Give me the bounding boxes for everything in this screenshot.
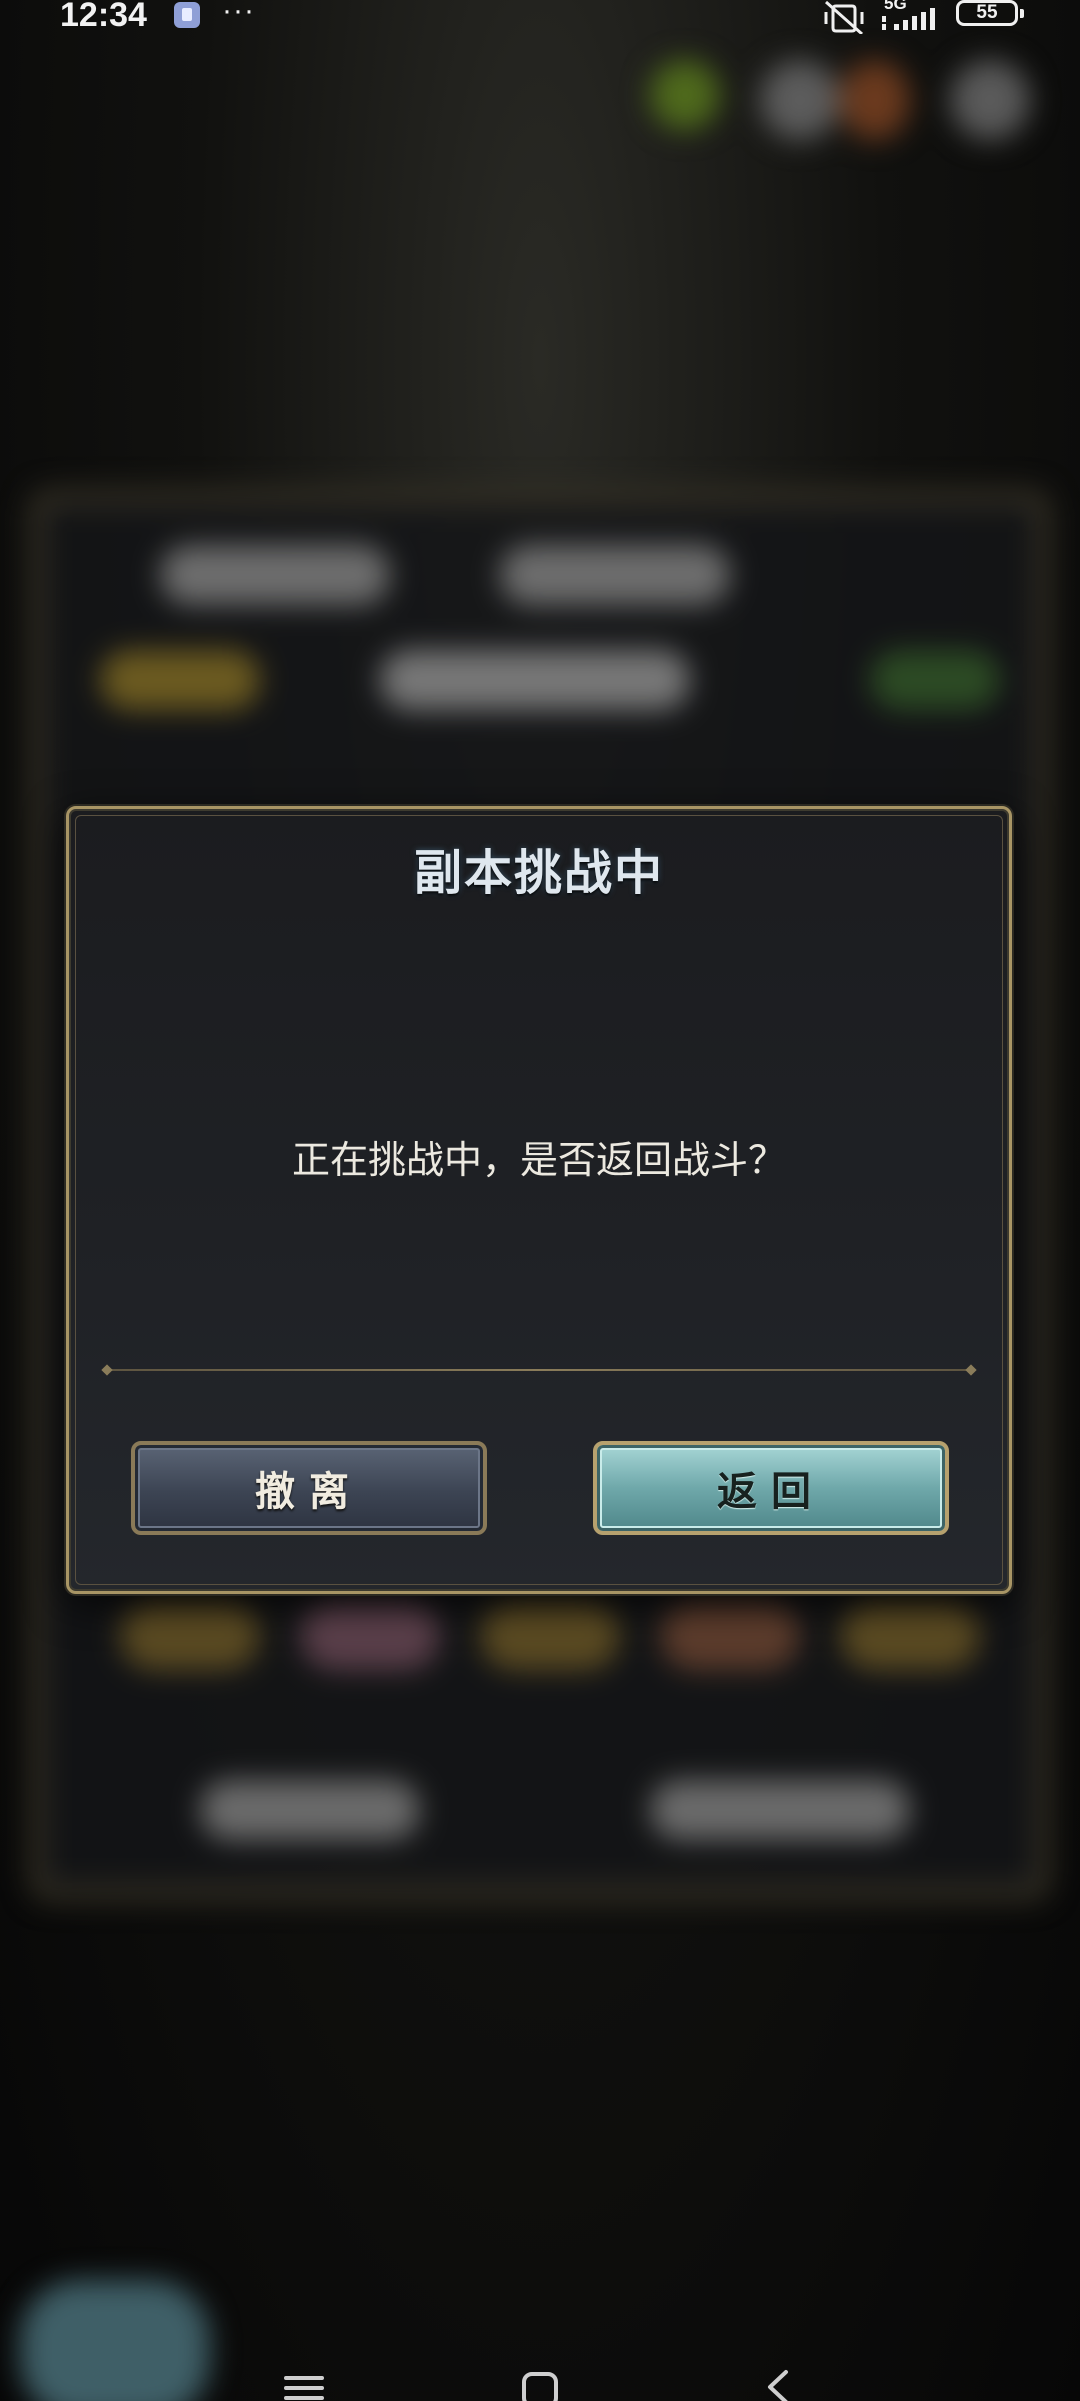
vibrate-off-icon	[824, 0, 864, 34]
menu-icon[interactable]	[284, 2375, 324, 2401]
bg-decoration	[660, 1600, 800, 1670]
bg-decoration	[650, 1780, 910, 1840]
dialog-message: 正在挑战中，是否返回战斗？	[291, 1138, 786, 1182]
bg-decoration	[200, 1780, 420, 1840]
bg-decoration	[300, 1600, 440, 1670]
bg-decoration	[870, 650, 1000, 710]
bg-decoration	[760, 60, 840, 140]
back-icon[interactable]	[762, 2369, 792, 2401]
bg-decoration	[840, 60, 910, 140]
bg-decoration	[950, 60, 1030, 140]
status-bar: 12:34 ··· 5G 55	[0, 0, 1080, 34]
withdraw-button[interactable]: 撤离	[131, 1441, 487, 1535]
notification-app-icon	[174, 2, 200, 28]
battery-level: 55	[976, 2, 998, 23]
bg-decoration	[100, 650, 260, 710]
bg-decoration	[380, 650, 690, 710]
dialog-title: 副本挑战中	[413, 845, 664, 901]
bg-decoration	[650, 60, 720, 130]
signal-bars-icon	[882, 8, 935, 30]
status-clock: 12:34	[60, 0, 147, 34]
navigation-bar	[0, 2361, 1080, 2401]
battery-indicator: 55	[956, 0, 1024, 26]
home-icon[interactable]	[521, 2371, 559, 2401]
dungeon-challenge-dialog: 副本挑战中 正在挑战中，是否返回战斗？ 撤离 返回	[66, 806, 1012, 1594]
more-notifications-indicator: ···	[222, 0, 255, 27]
screen: 12:34 ··· 5G 55 副本挑战中 正在挑战中，是否返回战斗？ 撤离 返…	[0, 0, 1080, 2401]
bg-decoration	[480, 1600, 620, 1670]
bg-decoration	[160, 545, 390, 605]
bg-decoration	[500, 545, 730, 605]
bg-decoration	[120, 1600, 260, 1670]
return-to-battle-button[interactable]: 返回	[593, 1441, 949, 1535]
bg-decoration	[840, 1600, 980, 1670]
dialog-divider	[107, 1369, 971, 1371]
